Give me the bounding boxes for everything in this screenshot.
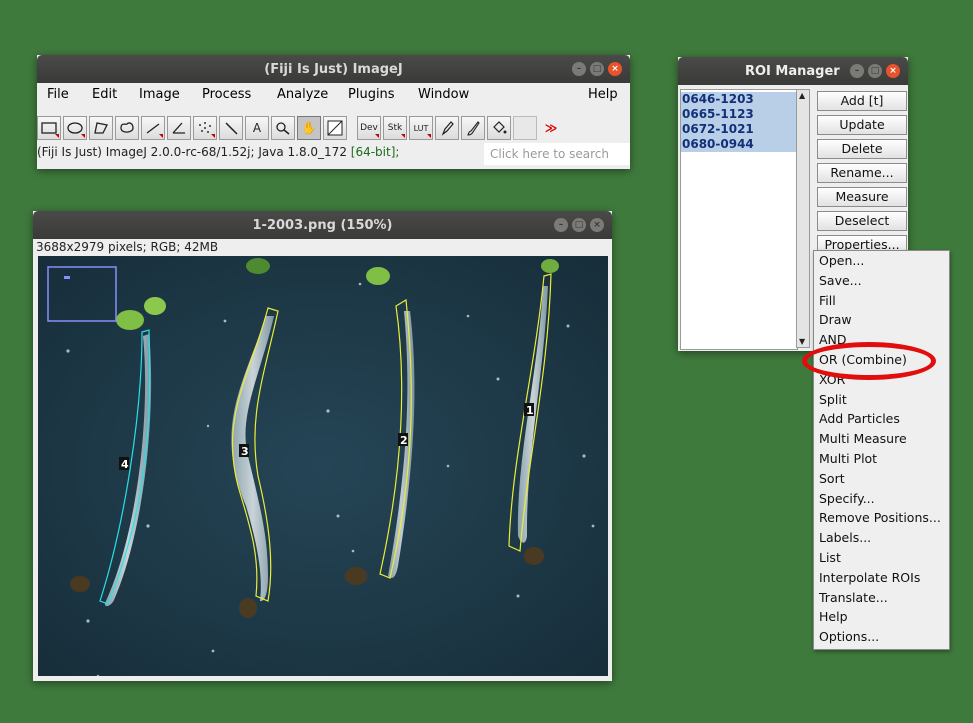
imagej-title: (Fiji Is Just) ImageJ [264,61,403,77]
menu-item-options[interactable]: Options... [814,627,949,647]
maximize-icon[interactable]: □ [590,62,604,76]
roi-manager-title: ROI Manager [745,63,840,79]
oval-tool-icon[interactable] [63,116,87,140]
imagej-window: (Fiji Is Just) ImageJ – □ × File Edit Im… [37,55,630,169]
imagej-titlebar[interactable]: (Fiji Is Just) ImageJ – □ × [37,55,630,83]
image-info: 3688x2979 pixels; RGB; 42MB [36,240,219,254]
wand-tool-icon[interactable] [219,116,243,140]
roi-item[interactable]: 0672-1021 [681,122,797,137]
seedling-image: 1 2 3 4 [38,256,608,676]
menu-item-open[interactable]: Open... [814,251,949,271]
multipoint-tool-icon[interactable] [193,116,217,140]
color-picker-icon[interactable] [323,116,347,140]
roi-list[interactable]: 0646-1203 0665-1123 0672-1021 0680-0944 [680,89,798,350]
close-icon[interactable]: × [608,62,622,76]
hand-tool-icon[interactable]: ✋ [297,116,321,140]
menu-file[interactable]: File [47,87,69,102]
menu-process[interactable]: Process [202,87,251,102]
menu-item-fill[interactable]: Fill [814,291,949,311]
blank-tool-slot [513,116,537,140]
menu-window[interactable]: Window [418,87,469,102]
maximize-icon[interactable]: □ [572,218,586,232]
freehand-tool-icon[interactable] [115,116,139,140]
text-tool-icon[interactable]: A [245,116,269,140]
menu-item-list[interactable]: List [814,548,949,568]
menu-image[interactable]: Image [139,87,180,102]
menu-item-help[interactable]: Help [814,607,949,627]
menu-bar: File Edit Image Process Analyze Plugins … [37,83,630,105]
roi-item[interactable]: 0665-1123 [681,107,797,122]
roi-item[interactable]: 0646-1203 [681,92,797,107]
minimize-icon[interactable]: – [554,218,568,232]
dev-tool-button[interactable]: Dev [357,116,381,140]
update-button[interactable]: Update [817,115,907,135]
measure-button[interactable]: Measure [817,187,907,207]
menu-item-remove-positions[interactable]: Remove Positions... [814,508,949,528]
scroll-down-icon[interactable]: ▼ [799,337,805,346]
roi-manager-titlebar[interactable]: ROI Manager – □ × [678,57,908,85]
menu-item-specify[interactable]: Specify... [814,489,949,509]
menu-item-interpolate-rois[interactable]: Interpolate ROIs [814,568,949,588]
menu-item-draw[interactable]: Draw [814,310,949,330]
menu-item-split[interactable]: Split [814,390,949,410]
rectangle-tool-icon[interactable] [37,116,61,140]
image-titlebar[interactable]: 1-2003.png (150%) – □ × [33,211,612,239]
delete-button[interactable]: Delete [817,139,907,159]
lut-tool-button[interactable]: LUT [409,116,433,140]
menu-item-sort[interactable]: Sort [814,469,949,489]
menu-plugins[interactable]: Plugins [348,87,395,102]
image-window: 1-2003.png (150%) – □ × 3688x2979 pixels… [33,211,612,681]
menu-item-translate[interactable]: Translate... [814,588,949,608]
deselect-button[interactable]: Deselect [817,211,907,231]
menu-item-labels[interactable]: Labels... [814,528,949,548]
zoom-tool-icon[interactable] [271,116,295,140]
image-canvas[interactable]: 1 2 3 4 [38,256,608,676]
maximize-icon[interactable]: □ [868,64,882,78]
image-title: 1-2003.png (150%) [252,217,393,233]
rename-button[interactable]: Rename... [817,163,907,183]
roi-item[interactable]: 0680-0944 [681,137,797,152]
close-icon[interactable]: × [590,218,604,232]
minimize-icon[interactable]: – [850,64,864,78]
menu-edit[interactable]: Edit [92,87,117,102]
menu-analyze[interactable]: Analyze [277,87,328,102]
menu-item-multi-plot[interactable]: Multi Plot [814,449,949,469]
brush-tool-icon[interactable] [461,116,485,140]
more-tools-icon[interactable]: ≫ [539,116,563,140]
status-bar: (Fiji Is Just) ImageJ 2.0.0-rc-68/1.52j;… [37,145,400,159]
roi-label-2: 2 [400,434,408,447]
angle-tool-icon[interactable] [167,116,191,140]
search-input[interactable]: Click here to search [484,143,630,165]
polygon-tool-icon[interactable] [89,116,113,140]
menu-item-save[interactable]: Save... [814,271,949,291]
pencil-tool-icon[interactable] [435,116,459,140]
status-bits: [64-bit]; [350,145,400,159]
add-button[interactable]: Add [t] [817,91,907,111]
tool-bar: A ✋ Dev Stk LUT ≫ [37,116,565,140]
roi-list-scrollbar[interactable]: ▲ ▼ [796,89,810,348]
menu-item-multi-measure[interactable]: Multi Measure [814,429,949,449]
roi-label-4: 4 [121,458,129,471]
roi-label-3: 3 [241,445,249,458]
scroll-up-icon[interactable]: ▲ [799,91,805,100]
stk-tool-button[interactable]: Stk [383,116,407,140]
line-tool-icon[interactable] [141,116,165,140]
minimize-icon[interactable]: – [572,62,586,76]
close-icon[interactable]: × [886,64,900,78]
flood-fill-tool-icon[interactable] [487,116,511,140]
menu-help[interactable]: Help [588,87,618,102]
roi-label-1: 1 [526,404,534,417]
highlight-annotation [802,342,936,380]
menu-item-add-particles[interactable]: Add Particles [814,409,949,429]
more-popup-menu: Open... Save... Fill Draw AND OR (Combin… [813,250,950,650]
